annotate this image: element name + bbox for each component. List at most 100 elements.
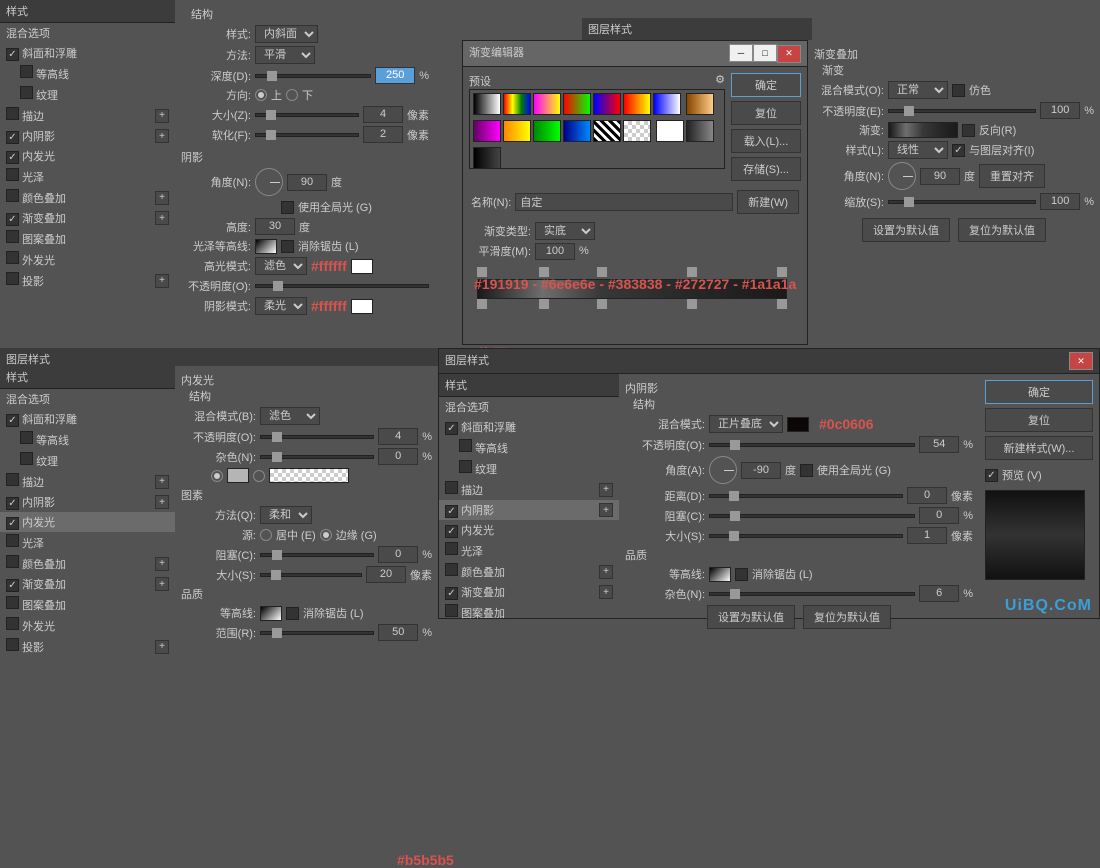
maximize-button[interactable]: □ [753, 44, 777, 62]
close-button[interactable]: ✕ [1069, 352, 1093, 370]
size-input[interactable]: 4 [363, 106, 403, 123]
soften-input[interactable]: 2 [363, 126, 403, 143]
soften-slider[interactable] [255, 133, 359, 137]
fx-pattern-overlay[interactable]: 图案叠加 [0, 228, 175, 249]
gradient-type-select[interactable]: 实底 [535, 222, 595, 240]
is-size-slider[interactable] [709, 534, 903, 538]
fx-bevel[interactable]: 斜面和浮雕 [0, 409, 175, 429]
fx-outer-glow[interactable]: 外发光 [0, 615, 175, 636]
style-select[interactable]: 内斜面 [255, 25, 318, 43]
plus-icon[interactable]: + [155, 211, 169, 225]
ig-size-slider[interactable] [260, 573, 362, 577]
is-contour[interactable] [709, 567, 731, 582]
smooth-input[interactable]: 100 [535, 243, 575, 260]
fx-drop-shadow[interactable]: 投影+ [0, 636, 175, 657]
checkbox[interactable] [6, 107, 19, 120]
checkbox[interactable] [6, 168, 19, 181]
fx-gradient-overlay[interactable]: 渐变叠加+ [439, 582, 619, 602]
checkbox[interactable] [6, 251, 19, 264]
reset-button[interactable]: 复位 [731, 101, 801, 125]
ig-noise-slider[interactable] [260, 455, 374, 459]
is-opacity-slider[interactable] [709, 443, 915, 447]
is-dist-slider[interactable] [709, 494, 903, 498]
window-titlebar[interactable]: 图层样式✕ [439, 349, 1099, 374]
check-icon[interactable] [6, 48, 19, 61]
shadow-mode-select[interactable]: 柔光 [255, 297, 307, 315]
fx-inner-shadow[interactable]: 内阴影+ [0, 126, 175, 146]
plus-icon[interactable]: + [155, 109, 169, 123]
layer-style-header[interactable]: 图层样式 [582, 18, 812, 41]
fx-inner-glow[interactable]: 内发光 [0, 512, 175, 532]
fx-gradient-overlay[interactable]: 渐变叠加+ [0, 208, 175, 228]
save-button[interactable]: 存储(S)... [731, 157, 801, 181]
fx-inner-glow[interactable]: 内发光 [0, 146, 175, 166]
plus-icon[interactable]: + [155, 129, 169, 143]
fx-gradient-overlay[interactable]: 渐变叠加+ [0, 574, 175, 594]
dither-check[interactable] [952, 84, 965, 97]
is-noise-slider[interactable] [709, 592, 915, 596]
ig-tech-select[interactable]: 柔和 [260, 506, 312, 524]
fx-satin[interactable]: 光泽 [0, 166, 175, 187]
global-light-check[interactable] [281, 201, 294, 214]
go-style-select[interactable]: 线性 [888, 141, 948, 159]
checkbox[interactable] [6, 189, 19, 202]
go-opacity-input[interactable]: 100 [1040, 102, 1080, 119]
fx-pattern-overlay[interactable]: 图案叠加 [0, 594, 175, 615]
size-slider[interactable] [255, 113, 359, 117]
plus-icon[interactable]: + [155, 274, 169, 288]
is-angle-dial[interactable] [709, 456, 737, 484]
fx-inner-shadow[interactable]: 内阴影+ [439, 500, 619, 520]
blend-options[interactable]: 混合选项 [439, 397, 619, 417]
fx-stroke[interactable]: 描边+ [439, 479, 619, 500]
highlight-color[interactable] [351, 259, 373, 274]
fx-outer-glow[interactable]: 外发光 [0, 249, 175, 270]
is-blend-select[interactable]: 正片叠底 [709, 415, 783, 433]
fx-contour[interactable]: 等高线 [439, 437, 619, 458]
ig-choke-slider[interactable] [260, 553, 374, 557]
reset-default-button[interactable]: 复位为默认值 [803, 605, 891, 629]
checkbox[interactable] [6, 230, 19, 243]
blend-options[interactable]: 混合选项 [0, 23, 175, 43]
window-titlebar[interactable]: 渐变编辑器 ─□✕ [463, 41, 807, 67]
checkbox[interactable] [20, 86, 33, 99]
radio-edge[interactable] [320, 529, 332, 541]
new-style-button[interactable]: 新建样式(W)... [985, 436, 1093, 460]
ig-contour[interactable] [260, 606, 282, 621]
go-opacity-slider[interactable] [888, 109, 1036, 113]
fx-color-overlay[interactable]: 颜色叠加+ [0, 187, 175, 208]
fx-bevel[interactable]: 斜面和浮雕 [439, 417, 619, 437]
load-button[interactable]: 载入(L)... [731, 129, 801, 153]
set-default-button[interactable]: 设置为默认值 [862, 218, 950, 242]
hi-opacity-slider[interactable] [255, 284, 429, 288]
fx-pattern-overlay[interactable]: 图案叠加 [439, 602, 619, 623]
fx-inner-glow[interactable]: 内发光 [439, 520, 619, 540]
go-scale-input[interactable]: 100 [1040, 193, 1080, 210]
reset-default-button[interactable]: 复位为默认值 [958, 218, 1046, 242]
gradient-name-input[interactable] [515, 193, 733, 211]
shadow-color[interactable] [351, 299, 373, 314]
is-choke-slider[interactable] [709, 514, 915, 518]
ok-button[interactable]: 确定 [731, 73, 801, 97]
blend-options[interactable]: 混合选项 [0, 389, 175, 409]
radio-down[interactable] [286, 89, 298, 101]
reset-button[interactable]: 复位 [985, 408, 1093, 432]
antialias-check[interactable] [281, 240, 294, 253]
fx-contour[interactable]: 等高线 [0, 429, 175, 450]
fx-color-overlay[interactable]: 颜色叠加+ [0, 553, 175, 574]
fx-inner-shadow[interactable]: 内阴影+ [0, 492, 175, 512]
preview-check[interactable] [985, 469, 998, 482]
depth-slider[interactable] [255, 74, 371, 78]
fx-color-overlay[interactable]: 颜色叠加+ [439, 561, 619, 582]
check-icon[interactable] [6, 213, 19, 226]
align-check[interactable] [952, 144, 965, 157]
go-angle-input[interactable]: 90 [920, 168, 960, 185]
fx-texture[interactable]: 纹理 [0, 84, 175, 105]
radio-gradient[interactable] [253, 470, 265, 482]
check-icon[interactable] [6, 131, 19, 144]
reverse-check[interactable] [962, 124, 975, 137]
ig-blend-select[interactable]: 滤色 [260, 407, 320, 425]
fx-bevel[interactable]: 斜面和浮雕 [0, 43, 175, 63]
fx-texture[interactable]: 纹理 [439, 458, 619, 479]
new-button[interactable]: 新建(W) [737, 190, 799, 214]
angle-dial[interactable] [255, 168, 283, 196]
